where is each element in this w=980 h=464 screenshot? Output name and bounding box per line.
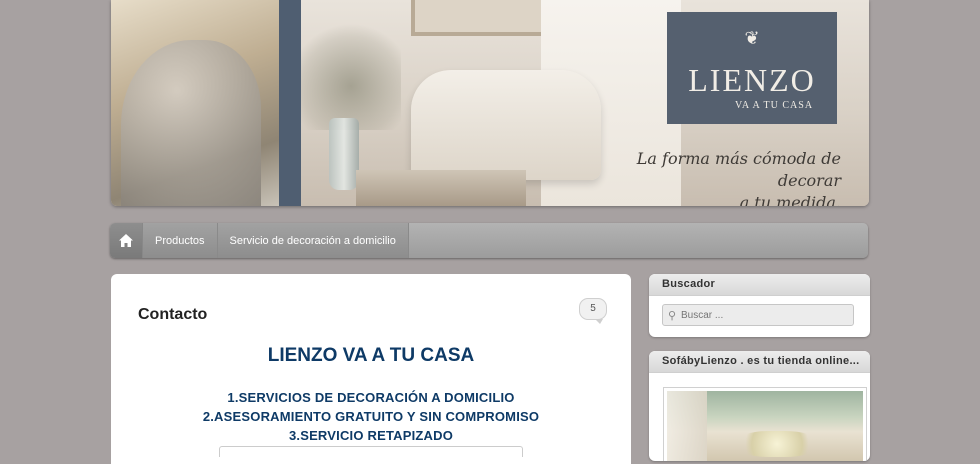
content-heading: LIENZO VA A TU CASA xyxy=(267,345,475,366)
header-banner[interactable]: ❦ LIENZO VA A TU CASA La forma más cómod… xyxy=(111,0,869,206)
logo-brand-name: LIENZO xyxy=(688,62,816,98)
shop-photo xyxy=(667,391,863,461)
search-box[interactable]: ⚲ xyxy=(662,304,854,326)
shop-widget: SofábyLienzo . es tu tienda online... xyxy=(649,351,870,461)
page-title: Contacto xyxy=(138,306,208,323)
search-widget: Buscador ⚲ xyxy=(649,274,870,337)
service-item: 2.ASESORAMIENTO GRATUITO Y SIN COMPROMIS… xyxy=(202,409,540,424)
brand-logo[interactable]: ❦ LIENZO VA A TU CASA xyxy=(667,12,837,124)
main-navigation: Productos Servicio de decoración a domic… xyxy=(110,223,868,258)
banner-cushion-image xyxy=(121,40,261,206)
slogan-line-1: La forma más cómoda de decorar xyxy=(636,149,841,190)
search-input[interactable] xyxy=(681,309,846,321)
logo-tagline: VA A TU CASA xyxy=(735,100,814,111)
shop-photo-curtain xyxy=(667,391,707,461)
banner-flowers-image xyxy=(301,20,401,130)
slogan-line-2: a tu medida. xyxy=(739,193,841,206)
service-item: 1.SERVICIOS DE DECORACIÓN A DOMICILIO xyxy=(227,390,515,405)
banner-table-image xyxy=(356,170,526,206)
banner-armchair-image xyxy=(411,70,601,180)
services-list: 1.SERVICIOS DE DECORACIÓN A DOMICILIO 2.… xyxy=(111,388,631,445)
logo-emblem-icon: ❦ xyxy=(744,28,760,49)
nav-home-button[interactable] xyxy=(110,223,143,258)
nav-item-servicio-decoracion[interactable]: Servicio de decoración a domicilio xyxy=(217,223,409,258)
search-widget-title: Buscador xyxy=(649,274,870,296)
banner-divider xyxy=(279,0,301,206)
search-icon: ⚲ xyxy=(667,308,677,322)
banner-vase-image xyxy=(329,118,359,190)
nav-item-productos[interactable]: Productos xyxy=(143,223,218,258)
home-icon xyxy=(119,234,133,247)
shop-widget-title[interactable]: SofábyLienzo . es tu tienda online... xyxy=(649,351,870,373)
shop-photo-flowers xyxy=(737,431,817,457)
content-form-box xyxy=(219,446,523,457)
banner-slogan: La forma más cómoda de decorar a tu medi… xyxy=(601,148,841,206)
comment-count-badge[interactable]: 5 xyxy=(579,298,607,324)
service-item: 3.SERVICIO RETAPIZADO xyxy=(288,428,454,443)
main-content: Contacto 5 LIENZO VA A TU CASA 1.SERVICI… xyxy=(111,274,631,464)
